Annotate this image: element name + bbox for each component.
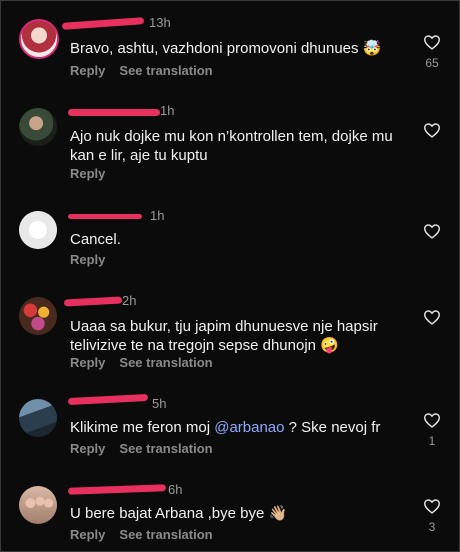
heart-icon: [423, 310, 441, 325]
username-redaction: [67, 484, 167, 495]
heart-icon: [423, 413, 441, 428]
avatar[interactable]: [19, 297, 57, 335]
username-redaction: [63, 296, 123, 307]
comment-time: 2h: [122, 293, 137, 308]
comment-time: 6h: [168, 482, 183, 497]
heart-icon: [423, 224, 441, 239]
comment-actions: Reply See translation: [70, 355, 227, 370]
like-button[interactable]: 65: [421, 34, 443, 70]
comment-time: 13h: [149, 15, 171, 30]
username-redaction: [61, 17, 145, 30]
comment-actions: Reply See translation: [70, 63, 227, 78]
like-button[interactable]: [421, 309, 443, 325]
like-button[interactable]: [421, 122, 443, 138]
reply-button[interactable]: Reply: [70, 252, 105, 267]
comment-time: 5h: [152, 396, 167, 411]
avatar[interactable]: [19, 108, 57, 146]
username-redaction: [68, 214, 142, 219]
comment-text: Cancel.: [70, 231, 121, 248]
comment-text: Uaaa sa bukur, tju japim dhunuesve nje h…: [70, 318, 378, 354]
comment-actions: Reply See translation: [70, 527, 227, 542]
comment-actions: Reply See translation: [70, 441, 227, 456]
reply-button[interactable]: Reply: [70, 441, 105, 456]
avatar[interactable]: [19, 19, 59, 59]
comment-time: 1h: [150, 208, 165, 223]
username-redaction: [67, 393, 149, 406]
comment-time: 1h: [160, 103, 175, 118]
like-button[interactable]: 3: [421, 498, 443, 534]
reply-button[interactable]: Reply: [70, 63, 105, 78]
comment-text: U bere bajat Arbana ,bye bye 👋🏼: [70, 505, 288, 522]
see-translation-button[interactable]: See translation: [119, 63, 212, 78]
heart-icon: [423, 123, 441, 138]
default-avatar-icon: [19, 211, 57, 249]
comments-panel: 13h Bravo, ashtu, vazhdoni promovoni dhu…: [0, 0, 460, 552]
avatar[interactable]: [19, 399, 57, 437]
comment-text: Ajo nuk dojke mu kon n’kontrollen tem, d…: [70, 128, 393, 164]
see-translation-button[interactable]: See translation: [119, 441, 212, 456]
reply-button[interactable]: Reply: [70, 527, 105, 542]
like-count: 3: [428, 520, 436, 534]
reply-button[interactable]: Reply: [70, 166, 105, 181]
username-redaction: [68, 109, 160, 116]
like-count: 1: [428, 434, 436, 448]
avatar[interactable]: [19, 486, 57, 524]
comment-text: Bravo, ashtu, vazhdoni promovoni dhunues…: [70, 40, 382, 57]
like-button[interactable]: [421, 223, 443, 239]
avatar[interactable]: [19, 211, 57, 249]
reply-button[interactable]: Reply: [70, 355, 105, 370]
mention-link[interactable]: @arbanao: [214, 419, 284, 436]
heart-icon: [423, 499, 441, 514]
comment-actions: Reply: [70, 252, 119, 267]
comment-actions: Reply: [70, 166, 119, 181]
comment-text: Klikime me feron moj @arbanao ? Ske nevo…: [70, 419, 381, 436]
like-button[interactable]: 1: [421, 412, 443, 448]
like-count: 65: [425, 56, 439, 70]
heart-icon: [423, 35, 441, 50]
see-translation-button[interactable]: See translation: [119, 355, 212, 370]
see-translation-button[interactable]: See translation: [119, 527, 212, 542]
